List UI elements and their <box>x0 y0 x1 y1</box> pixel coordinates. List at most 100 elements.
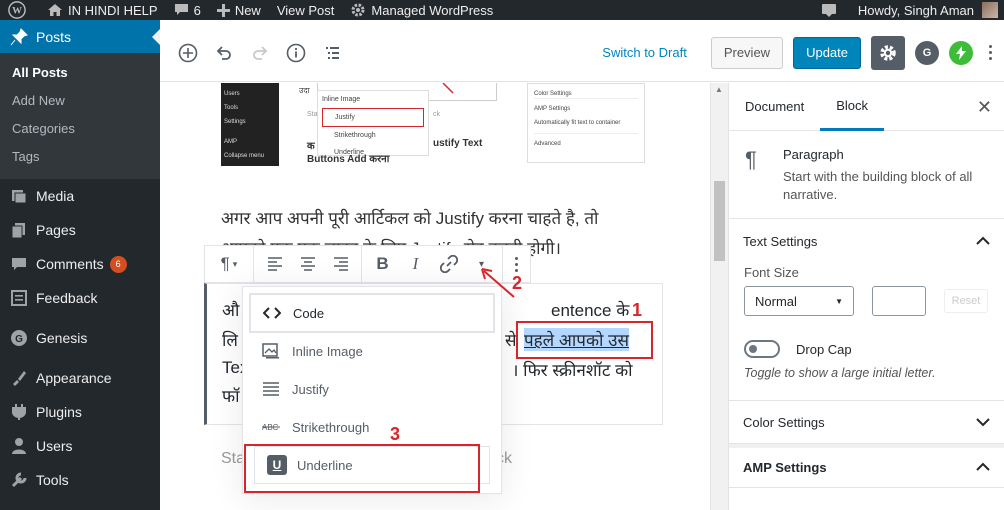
dropdown-item-inline-image[interactable]: Inline Image <box>250 332 494 370</box>
svg-text:G: G <box>15 334 23 345</box>
block-card: ¶ Paragraph Start with the building bloc… <box>729 131 1004 219</box>
switch-to-draft-button[interactable]: Switch to Draft <box>588 45 701 60</box>
scroll-up-arrow-icon[interactable]: ▲ <box>715 85 723 94</box>
image-dark-menu: Users Tools Settings AMP Collapse menu <box>221 83 279 166</box>
managed-wordpress-link[interactable]: Managed WordPress <box>342 0 501 20</box>
preview-button[interactable]: Preview <box>710 36 784 69</box>
submenu-categories[interactable]: Categories <box>0 115 160 143</box>
settings-gear-icon[interactable] <box>871 35 905 70</box>
block-navigation-icon[interactable] <box>314 35 350 71</box>
align-left-icon[interactable] <box>258 246 291 282</box>
paragraph-icon[interactable]: ¶ ▾ <box>209 246 249 282</box>
dropdown-item-strikethrough[interactable]: ABC Strikethrough <box>250 408 494 446</box>
drop-cap-toggle[interactable] <box>744 340 780 358</box>
paragraph-text: फॉ <box>222 387 240 406</box>
sidebar-item-media[interactable]: Media <box>0 179 160 213</box>
submenu-tags[interactable]: Tags <box>0 143 160 171</box>
sidebar-item-pages[interactable]: Pages <box>0 213 160 247</box>
text-settings-toggle[interactable]: Text Settings <box>729 219 1004 263</box>
admin-sidebar: Posts All Posts Add New Categories Tags … <box>0 20 160 510</box>
annotation-number-3: 3 <box>390 424 401 444</box>
appearance-icon <box>13 371 26 386</box>
image-right-item: Color Settings <box>534 91 572 97</box>
dropdown-item-label: Inline Image <box>292 343 363 359</box>
image-text-1: क <box>307 141 315 152</box>
sidebar-item-users[interactable]: Users <box>0 429 160 463</box>
annotation-box-underline <box>244 444 480 493</box>
grammarly-icon[interactable]: G <box>915 40 939 65</box>
image-text-3: Buttons Add करना <box>307 154 390 165</box>
tab-document[interactable]: Document <box>729 83 820 131</box>
sidebar-item-feedback[interactable]: Feedback <box>0 281 160 315</box>
update-button[interactable]: Update <box>793 36 861 69</box>
sidebar-item-tools[interactable]: Tools <box>0 463 160 497</box>
undo-icon[interactable] <box>206 35 242 71</box>
font-size-label: Font Size <box>744 265 799 280</box>
strikethrough-icon: ABC <box>262 421 286 433</box>
close-icon[interactable]: ✕ <box>977 97 992 118</box>
tools-icon <box>11 472 27 488</box>
info-icon[interactable] <box>278 35 314 71</box>
sidebar-item-plugins[interactable]: Plugins <box>0 395 160 429</box>
sidebar-feedback-label: Feedback <box>36 290 98 306</box>
notifications-icon[interactable] <box>813 0 850 20</box>
drop-cap-label: Drop Cap <box>796 341 852 357</box>
chevron-up-icon <box>976 460 990 475</box>
pushpin-icon <box>10 27 28 45</box>
dropdown-item-justify[interactable]: Justify <box>250 370 494 408</box>
custom-font-size-input[interactable] <box>872 286 926 316</box>
paragraph-text: entence के <box>551 301 630 320</box>
sidebar-item-genesis[interactable]: G Genesis <box>0 321 160 355</box>
text-settings-title: Text Settings <box>743 233 818 249</box>
bold-icon[interactable]: B <box>366 246 399 282</box>
sidebar-users-label: Users <box>36 438 73 454</box>
comments-count: 6 <box>193 2 201 18</box>
my-account-link[interactable]: Howdy, Singh Aman <box>850 0 1004 20</box>
scroll-thumb[interactable] <box>714 181 725 261</box>
align-center-icon[interactable] <box>291 246 324 282</box>
image-right-panel: Color Settings AMP Settings Automaticall… <box>527 83 645 163</box>
home-icon <box>48 4 62 16</box>
sidebar-item-posts[interactable]: Posts <box>0 20 160 53</box>
color-settings-toggle[interactable]: Color Settings <box>729 400 1004 444</box>
sidebar-media-label: Media <box>36 188 75 204</box>
sidebar-item-appearance[interactable]: Appearance <box>0 361 160 395</box>
reset-button[interactable]: Reset <box>944 289 988 313</box>
paragraph-text: औ <box>222 301 240 320</box>
dropdown-item-code[interactable]: Code <box>250 294 494 332</box>
editor-scrollbar[interactable]: ▲ <box>710 83 728 510</box>
comments-link[interactable]: 6 <box>166 0 209 20</box>
site-name-link[interactable]: IN HINDI HELP <box>39 0 166 20</box>
add-block-icon[interactable] <box>170 35 206 71</box>
managed-label: Managed WordPress <box>371 2 494 18</box>
link-icon[interactable] <box>432 246 465 282</box>
submenu-add-new[interactable]: Add New <box>0 87 160 115</box>
jetpack-bolt-icon[interactable] <box>949 40 973 65</box>
align-right-icon[interactable] <box>324 246 357 282</box>
comments-badge: 6 <box>109 255 127 273</box>
amp-settings-toggle[interactable]: AMP Settings <box>729 444 1004 488</box>
site-name: IN HINDI HELP <box>68 2 158 18</box>
sidebar-plugins-label: Plugins <box>36 404 82 420</box>
view-post-link[interactable]: View Post <box>269 0 343 20</box>
new-content-link[interactable]: New <box>209 0 269 20</box>
font-size-value: Normal <box>755 293 797 309</box>
image-middle-panel: उदा Inline Image Justify Strikethrough U… <box>299 83 499 166</box>
comment-bubble-icon <box>174 4 188 15</box>
paragraph-text: लि <box>222 331 238 350</box>
tab-block[interactable]: Block <box>820 83 885 131</box>
image-menu-item: AMP <box>224 139 238 145</box>
sidebar-genesis-label: Genesis <box>36 330 88 346</box>
wordpress-logo-icon[interactable]: W <box>0 0 39 20</box>
image-dd-item: Strikethrough <box>334 132 376 139</box>
font-size-select[interactable]: Normal ▼ <box>744 286 854 316</box>
sidebar-appearance-label: Appearance <box>36 370 112 386</box>
submenu-all-posts[interactable]: All Posts <box>0 59 160 87</box>
italic-icon[interactable]: I <box>399 246 432 282</box>
redo-icon[interactable] <box>242 35 278 71</box>
more-options-icon[interactable] <box>983 45 998 60</box>
new-label: New <box>234 2 261 18</box>
image-right-item: AMP Settings <box>534 98 638 119</box>
post-image[interactable]: Users Tools Settings AMP Collapse menu उ… <box>221 83 651 166</box>
sidebar-item-comments[interactable]: Comments 6 <box>0 247 160 281</box>
